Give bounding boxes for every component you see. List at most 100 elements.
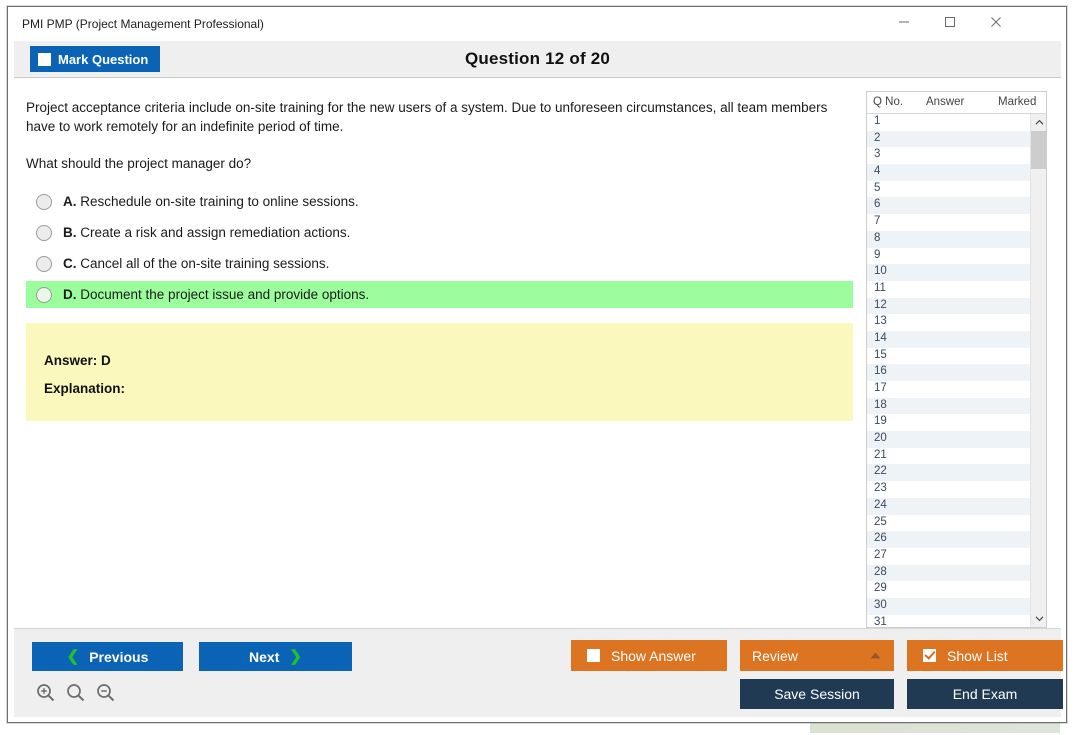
answer-explanation-box: Answer: D Explanation: bbox=[26, 323, 853, 421]
zoom-out-icon[interactable] bbox=[96, 683, 116, 703]
question-number-cell: 15 bbox=[874, 349, 887, 361]
answer-option-letter: A. bbox=[63, 194, 77, 209]
question-list-row[interactable]: 13 bbox=[867, 314, 1030, 331]
save-session-button[interactable]: Save Session bbox=[740, 679, 894, 709]
close-button[interactable] bbox=[973, 7, 1019, 37]
chevron-up-icon bbox=[1035, 119, 1044, 126]
question-number-cell: 21 bbox=[874, 449, 887, 461]
review-label: Review bbox=[752, 648, 798, 664]
question-list-row[interactable]: 19 bbox=[867, 414, 1030, 431]
answer-option-label: D. Document the project issue and provid… bbox=[63, 287, 369, 302]
question-list-row[interactable]: 24 bbox=[867, 498, 1030, 515]
review-dropdown[interactable]: Review bbox=[740, 640, 894, 671]
window-title: PMI PMP (Project Management Professional… bbox=[22, 17, 264, 31]
question-list-row[interactable]: 21 bbox=[867, 448, 1030, 465]
next-button[interactable]: Next ❯ bbox=[199, 642, 352, 671]
title-bar: PMI PMP (Project Management Professional… bbox=[8, 7, 1066, 41]
question-number-cell: 24 bbox=[874, 499, 887, 511]
question-list-row[interactable]: 25 bbox=[867, 515, 1030, 532]
question-list-row[interactable]: 5 bbox=[867, 181, 1030, 198]
question-list-row[interactable]: 1 bbox=[867, 114, 1030, 131]
answer-option-a[interactable]: A. Reschedule on-site training to online… bbox=[26, 188, 853, 215]
question-list-row[interactable]: 9 bbox=[867, 248, 1030, 265]
radio-button-icon[interactable] bbox=[36, 287, 52, 303]
zoom-reset-icon[interactable] bbox=[66, 683, 86, 703]
question-list-scrollbar[interactable] bbox=[1030, 114, 1046, 627]
question-number-cell: 5 bbox=[874, 182, 880, 194]
scroll-down-button[interactable] bbox=[1031, 610, 1047, 627]
question-list-row[interactable]: 27 bbox=[867, 548, 1030, 565]
question-list-row[interactable]: 20 bbox=[867, 431, 1030, 448]
question-number-cell: 4 bbox=[874, 165, 880, 177]
question-list-row[interactable]: 10 bbox=[867, 264, 1030, 281]
question-list-row[interactable]: 14 bbox=[867, 331, 1030, 348]
question-number-cell: 2 bbox=[874, 132, 880, 144]
question-list-row[interactable]: 11 bbox=[867, 281, 1030, 298]
question-number-cell: 12 bbox=[874, 299, 887, 311]
question-header-bar: Mark Question Question 12 of 20 bbox=[14, 41, 1061, 78]
question-list-row[interactable]: 4 bbox=[867, 164, 1030, 181]
answer-option-c[interactable]: C. Cancel all of the on-site training se… bbox=[26, 250, 853, 277]
exam-application-window: PMI PMP (Project Management Professional… bbox=[7, 6, 1067, 723]
radio-button-icon[interactable] bbox=[36, 225, 52, 241]
show-list-button[interactable]: Show List bbox=[907, 640, 1063, 671]
question-list-row[interactable]: 7 bbox=[867, 214, 1030, 231]
question-list-row[interactable]: 6 bbox=[867, 197, 1030, 214]
answer-option-letter: D. bbox=[63, 287, 77, 302]
show-answer-button[interactable]: Show Answer bbox=[571, 640, 727, 671]
question-list-row[interactable]: 22 bbox=[867, 464, 1030, 481]
answer-option-label: B. Create a risk and assign remediation … bbox=[63, 225, 350, 240]
question-number-cell: 6 bbox=[874, 198, 880, 210]
answer-option-b[interactable]: B. Create a risk and assign remediation … bbox=[26, 219, 853, 246]
minimize-button[interactable] bbox=[881, 7, 927, 37]
radio-button-icon[interactable] bbox=[36, 256, 52, 272]
column-header-marked: Marked bbox=[998, 96, 1036, 108]
chevron-left-icon: ❮ bbox=[67, 649, 80, 664]
question-stem: Project acceptance criteria include on-s… bbox=[26, 98, 841, 136]
previous-button[interactable]: ❮ Previous bbox=[32, 642, 183, 671]
radio-button-icon[interactable] bbox=[36, 194, 52, 210]
question-number-cell: 28 bbox=[874, 566, 887, 578]
question-list-row[interactable]: 2 bbox=[867, 131, 1030, 148]
question-list-row[interactable]: 28 bbox=[867, 565, 1030, 582]
answer-option-label: A. Reschedule on-site training to online… bbox=[63, 194, 359, 209]
column-header-answer: Answer bbox=[926, 96, 964, 108]
question-number-cell: 26 bbox=[874, 532, 887, 544]
show-answer-label: Show Answer bbox=[611, 648, 696, 664]
question-list-row[interactable]: 15 bbox=[867, 348, 1030, 365]
question-list-row[interactable]: 12 bbox=[867, 298, 1030, 315]
chevron-down-icon bbox=[1035, 615, 1044, 622]
answer-option-text: Reschedule on-site training to online se… bbox=[80, 194, 358, 209]
question-list-rows[interactable]: 1234567891011121314151617181920212223242… bbox=[867, 114, 1030, 627]
question-list-row[interactable]: 26 bbox=[867, 531, 1030, 548]
maximize-button[interactable] bbox=[927, 7, 973, 37]
question-list-row[interactable]: 3 bbox=[867, 147, 1030, 164]
show-list-checkbox-icon bbox=[923, 649, 936, 662]
question-list-row[interactable]: 31 bbox=[867, 615, 1030, 627]
answer-value: Answer: D bbox=[44, 353, 111, 368]
question-number-cell: 17 bbox=[874, 382, 887, 394]
question-list-row[interactable]: 29 bbox=[867, 581, 1030, 598]
end-exam-button[interactable]: End Exam bbox=[907, 679, 1063, 709]
question-list-row[interactable]: 18 bbox=[867, 398, 1030, 415]
question-list-row[interactable]: 8 bbox=[867, 231, 1030, 248]
question-pane: Project acceptance criteria include on-s… bbox=[14, 78, 859, 625]
answer-option-text: Cancel all of the on-site training sessi… bbox=[80, 256, 329, 271]
question-list-row[interactable]: 16 bbox=[867, 364, 1030, 381]
window-bottom-tint bbox=[810, 723, 1060, 733]
question-list-row[interactable]: 23 bbox=[867, 481, 1030, 498]
answer-option-text: Create a risk and assign remediation act… bbox=[80, 225, 350, 240]
question-list-row[interactable]: 30 bbox=[867, 598, 1030, 615]
question-list-row[interactable]: 17 bbox=[867, 381, 1030, 398]
question-prompt: What should the project manager do? bbox=[26, 156, 841, 171]
zoom-in-icon[interactable] bbox=[36, 683, 56, 703]
scrollbar-thumb[interactable] bbox=[1031, 131, 1047, 169]
answer-option-letter: B. bbox=[63, 225, 77, 240]
question-number-cell: 23 bbox=[874, 482, 887, 494]
question-number-cell: 19 bbox=[874, 415, 887, 427]
question-number-cell: 27 bbox=[874, 549, 887, 561]
end-exam-label: End Exam bbox=[953, 686, 1018, 702]
scroll-up-button[interactable] bbox=[1031, 114, 1047, 131]
answer-option-d[interactable]: D. Document the project issue and provid… bbox=[26, 281, 853, 308]
caret-up-icon bbox=[870, 652, 881, 659]
